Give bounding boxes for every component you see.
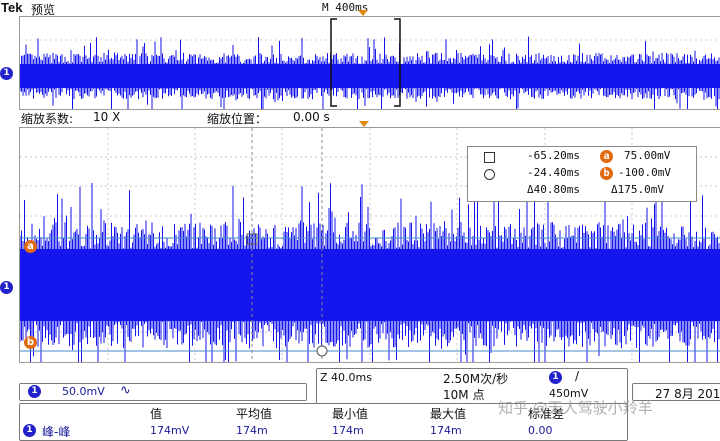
measurement-channel-badge: 1 bbox=[23, 424, 36, 437]
cursor-b-badge: b bbox=[600, 167, 613, 180]
overview-waveform-panel[interactable] bbox=[19, 16, 720, 110]
measurement-stddev: 0.00 bbox=[528, 424, 553, 437]
delta-time: Δ40.80ms bbox=[527, 183, 580, 196]
channel-scale: 50.0mV bbox=[62, 385, 105, 398]
overview-waveform-trace bbox=[20, 36, 720, 109]
cursor-a-marker[interactable]: a bbox=[24, 240, 37, 253]
cursor-2-circle-icon bbox=[316, 345, 328, 357]
channel-1-marker-overview[interactable]: 1 bbox=[0, 67, 13, 80]
record-length: 10M 点 bbox=[443, 388, 485, 402]
zoom-position-value[interactable]: 0.00 s bbox=[293, 110, 330, 124]
zoom-info-bar: 缩放系数: 10 X 缩放位置： 0.00 s bbox=[19, 108, 719, 127]
measurement-mean: 174m bbox=[236, 424, 268, 437]
channel-1-badge: 1 bbox=[28, 385, 41, 398]
bottom-info-area: 1 50.0mV ∿ Z 40.0ms 2.50M次/秒 10M 点 1 / 4… bbox=[0, 363, 720, 441]
date-text: 27 8月 201 bbox=[655, 387, 720, 401]
trigger-slope-icon: / bbox=[575, 369, 580, 383]
measurement-header-value: 值 bbox=[150, 407, 163, 421]
sample-rate: 2.50M次/秒 bbox=[443, 372, 509, 386]
cursor-1-square-icon bbox=[484, 152, 495, 163]
cursor-a-badge: a bbox=[600, 150, 613, 163]
cursor-b-marker[interactable]: b bbox=[24, 336, 37, 349]
channel-1-marker-zoom[interactable]: 1 bbox=[0, 281, 13, 294]
cursor-a-voltage: 75.00mV bbox=[624, 149, 671, 162]
zoom-factor-value[interactable]: 10 X bbox=[93, 110, 120, 124]
cursor-b-voltage: -100.0mV bbox=[618, 166, 671, 179]
cursor-2-time: -24.40ms bbox=[527, 166, 580, 179]
watermark: 知乎 @无人驾驶小羚羊 bbox=[498, 399, 653, 417]
measurement-max: 174m bbox=[430, 424, 462, 437]
status-bar: Tek 预览 M 400ms bbox=[0, 0, 720, 17]
trigger-channel-badge: 1 bbox=[549, 371, 562, 384]
brand-logo: Tek bbox=[1, 0, 23, 15]
delta-voltage: Δ175.0mV bbox=[611, 183, 664, 196]
zoom-time: Z 40.0ms bbox=[320, 371, 372, 384]
measurement-header-min: 最小值 bbox=[332, 407, 369, 421]
cursor-1-time: -65.20ms bbox=[527, 149, 580, 162]
measurement-min: 174m bbox=[332, 424, 364, 437]
channel-scale-box[interactable]: 1 50.0mV ∿ bbox=[19, 383, 307, 401]
zoom-position-label: 缩放位置： bbox=[207, 112, 268, 126]
cursor-readout: -65.20ms a 75.00mV -24.40ms b -100.0mV Δ… bbox=[467, 146, 697, 202]
ac-coupling-icon: ∿ bbox=[120, 383, 131, 398]
measurement-header-mean: 平均值 bbox=[236, 407, 273, 421]
measurement-name: 峰-峰 bbox=[42, 425, 71, 439]
measurement-value: 174mV bbox=[150, 424, 190, 437]
cursor-2-circle-icon bbox=[484, 169, 495, 180]
measurement-header-max: 最大值 bbox=[430, 407, 467, 421]
zoom-factor-label: 缩放系数: bbox=[21, 112, 74, 126]
